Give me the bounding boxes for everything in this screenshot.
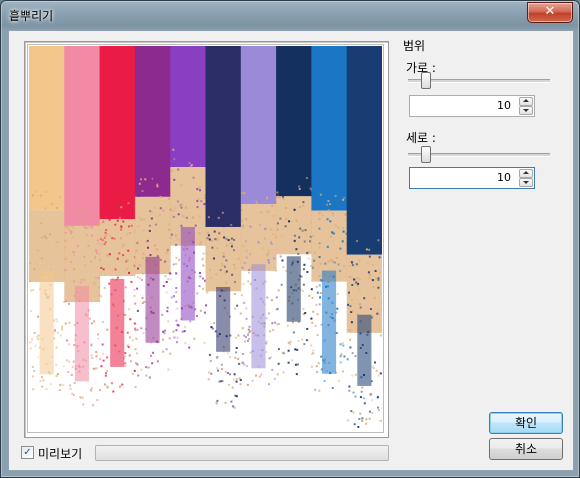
horizontal-value-input[interactable] xyxy=(411,97,511,113)
preview-frame xyxy=(24,41,389,438)
close-button[interactable]: ✕ xyxy=(527,2,573,23)
range-group-label: 범위 xyxy=(403,39,426,53)
vertical-spinbox[interactable] xyxy=(409,167,535,189)
preview-image xyxy=(27,44,384,433)
progress-bar xyxy=(95,445,389,461)
pencil-artwork xyxy=(29,46,382,428)
title-bar[interactable]: 흩뿌리기 ✕ xyxy=(1,1,579,29)
cancel-button[interactable]: 취소 xyxy=(489,438,563,460)
preview-checkbox-label: 미리보기 xyxy=(38,447,83,461)
dialog-client-area: 범위 가로 : 세로 : 확인 취소 xyxy=(8,30,574,471)
ok-button[interactable]: 확인 xyxy=(489,412,563,434)
window-title: 흩뿌리기 xyxy=(9,9,54,23)
spin-up-icon[interactable] xyxy=(519,169,533,178)
spin-down-icon[interactable] xyxy=(519,106,533,115)
spin-up-icon[interactable] xyxy=(519,97,533,106)
horizontal-slider-thumb[interactable] xyxy=(421,72,432,89)
dialog-window: 흩뿌리기 ✕ 범위 가로 : 세로 : xyxy=(0,0,580,478)
vertical-label: 세로 : xyxy=(406,131,436,145)
spin-down-icon[interactable] xyxy=(519,178,533,187)
scattered-pencils-image xyxy=(29,46,382,428)
vertical-slider-thumb[interactable] xyxy=(421,146,432,163)
horizontal-spinbox[interactable] xyxy=(409,95,535,117)
check-icon: ✓ xyxy=(23,447,32,458)
close-icon: ✕ xyxy=(544,4,556,19)
vertical-value-input[interactable] xyxy=(411,169,511,185)
horizontal-slider[interactable] xyxy=(406,71,552,89)
checkbox-box[interactable]: ✓ xyxy=(21,446,34,459)
vertical-slider[interactable] xyxy=(406,145,552,163)
